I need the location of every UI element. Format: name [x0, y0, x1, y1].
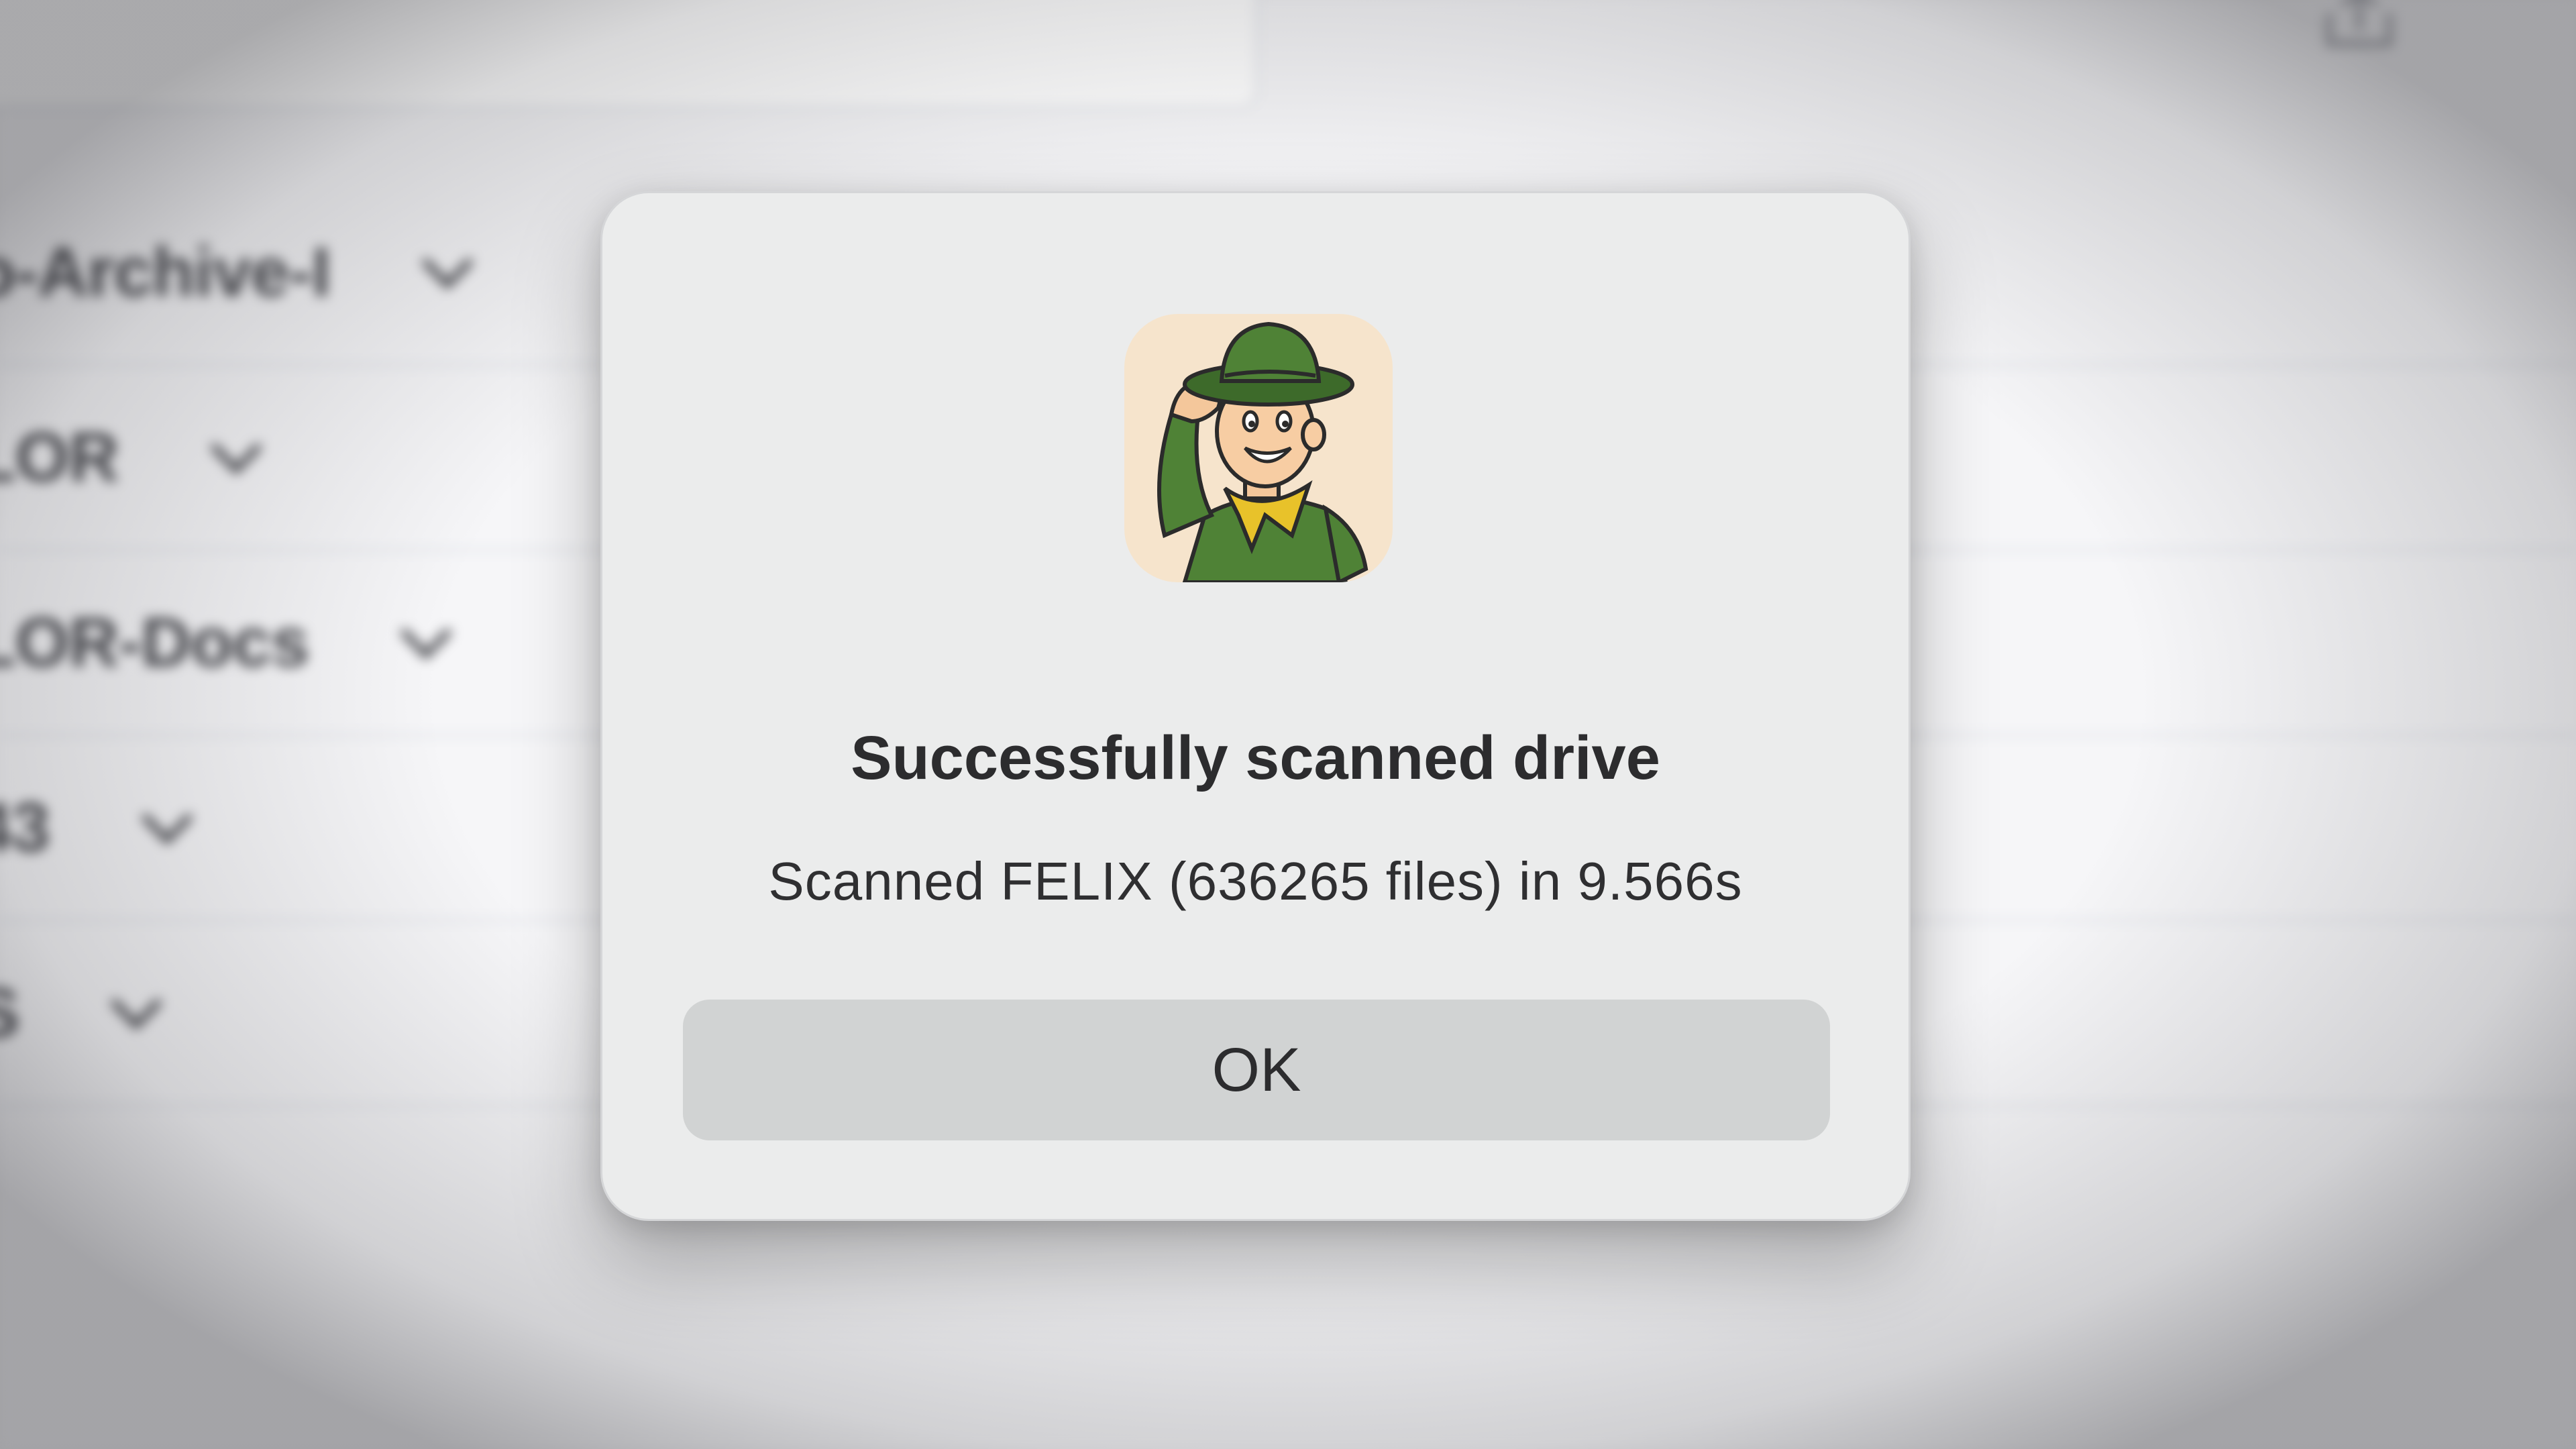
- background-search-field: [0, 0, 1258, 109]
- dialog-title: Successfully scanned drive: [851, 724, 1660, 792]
- drive-row-name: LOR: [0, 418, 119, 496]
- chevron-down-icon[interactable]: [396, 623, 456, 663]
- drive-row-name: S: [0, 973, 19, 1053]
- ok-button[interactable]: OK: [683, 1000, 1830, 1140]
- chevron-down-icon[interactable]: [106, 993, 166, 1033]
- dialog-message: Scanned FELIX (636265 files) in 9.566s: [768, 851, 1743, 911]
- chevron-down-icon[interactable]: [417, 252, 478, 292]
- scout-mascot-app-icon: [1124, 314, 1393, 582]
- share-icon: [2326, 0, 2392, 46]
- drive-row-name: 43: [0, 788, 50, 867]
- drive-row-name: LOR-Docs: [0, 603, 309, 682]
- chevron-down-icon[interactable]: [206, 437, 266, 478]
- chevron-down-icon[interactable]: [137, 808, 197, 848]
- drive-row-name: o-Archive-I: [0, 233, 331, 311]
- screen: o-Archive-I LOR LOR-Docs 43 S: [0, 0, 2576, 1449]
- scan-complete-dialog: Successfully scanned drive Scanned FELIX…: [600, 191, 1911, 1221]
